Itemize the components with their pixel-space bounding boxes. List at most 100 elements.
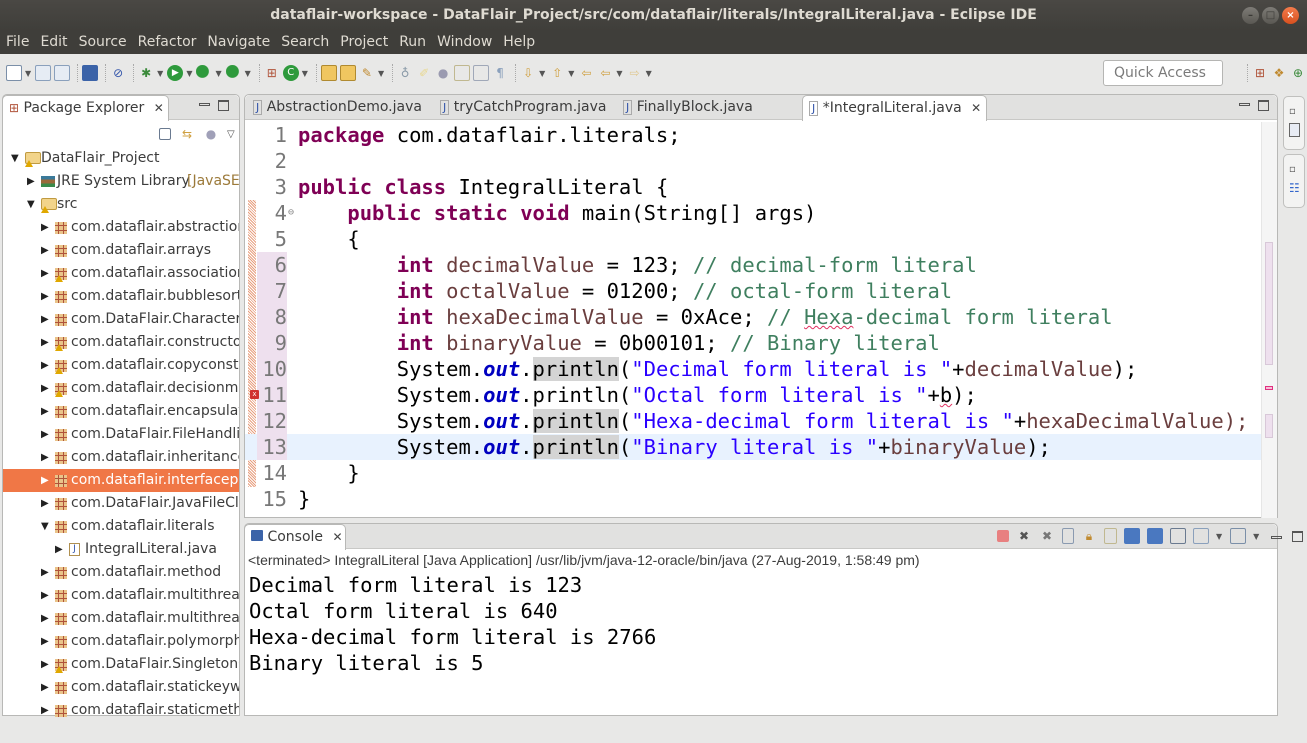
word-wrap-icon[interactable] — [1104, 528, 1117, 544]
open-perspective-icon[interactable]: ⊞ — [1252, 65, 1268, 81]
remove-launch-icon[interactable]: ✖ — [1016, 528, 1032, 544]
error-quickfix-icon[interactable]: x — [250, 390, 259, 399]
external-tools-icon[interactable] — [225, 65, 242, 81]
expand-arrow-icon[interactable]: ▶ — [41, 676, 49, 699]
tree-item[interactable]: ▼ DataFlair_Project — [3, 147, 239, 170]
tree-item[interactable]: ▶ com.dataflair.multithread — [3, 584, 239, 607]
tree-item[interactable]: ▶ com.DataFlair.JavaFileCla — [3, 492, 239, 515]
expand-arrow-icon[interactable]: ▶ — [41, 262, 49, 285]
code-area[interactable]: 1 package com.dataflair.literals; 2 3 public… — [245, 122, 1263, 512]
quick-access-input[interactable]: Quick Access — [1103, 60, 1223, 86]
tree-item[interactable]: ▶ com.dataflair.method — [3, 561, 239, 584]
maximize-view-icon[interactable] — [1292, 530, 1304, 542]
close-tab-icon[interactable]: ✕ — [332, 530, 342, 544]
collapse-arrow-icon[interactable]: ▼ — [41, 515, 49, 538]
show-whitespace-icon[interactable]: ¶ — [492, 65, 508, 81]
coverage-dropdown-icon[interactable]: ▼ — [215, 69, 221, 78]
last-edit-icon[interactable]: ⇦ — [578, 65, 594, 81]
collapse-all-icon[interactable] — [159, 128, 171, 140]
restore-icon[interactable]: ▫ — [1289, 164, 1296, 175]
tab-package-explorer[interactable]: ⊞ Package Explorer ✕ — [2, 95, 169, 121]
new-dropdown-icon[interactable]: ▼ — [25, 69, 31, 78]
tree-item[interactable]: ▶ com.dataflair.bubblesort — [3, 285, 239, 308]
run-coverage-icon[interactable] — [196, 65, 213, 81]
tree-item[interactable]: ▼ src — [3, 193, 239, 216]
outline-icon[interactable]: ☷ — [1289, 181, 1301, 195]
search-dropdown-icon[interactable]: ▼ — [378, 69, 384, 78]
java-ee-perspective-icon[interactable]: ❖ — [1271, 65, 1287, 81]
block-select-icon[interactable] — [454, 65, 471, 81]
forward-icon[interactable]: ⇨ — [627, 65, 643, 81]
expand-arrow-icon[interactable]: ▶ — [41, 469, 49, 492]
clear-console-icon[interactable] — [1062, 528, 1074, 544]
code-line[interactable]: 15} — [245, 486, 1263, 512]
menu-file[interactable]: File — [0, 31, 34, 54]
run-dropdown-icon[interactable]: ▼ — [186, 69, 192, 78]
display-console-icon[interactable] — [1193, 528, 1209, 544]
task-list-icon[interactable] — [1289, 123, 1300, 137]
save-icon[interactable] — [35, 65, 52, 81]
expand-arrow-icon[interactable]: ▶ — [41, 607, 49, 630]
new-class-dropdown-icon[interactable]: ▼ — [302, 69, 308, 78]
code-line[interactable]: 8 int hexaDecimalValue = 0xAce; // Hexa-… — [245, 304, 1263, 330]
tab-integral-literal[interactable]: J *IntegralLiteral.java ✕ — [802, 95, 987, 121]
menu-source[interactable]: Source — [73, 31, 132, 54]
minimize-view-icon[interactable] — [199, 103, 210, 106]
tree-item[interactable]: ▶ JRE System Library[JavaSE- — [3, 170, 239, 193]
expand-arrow-icon[interactable]: ▶ — [41, 377, 49, 400]
minimize-view-icon[interactable] — [1239, 103, 1250, 106]
prev-annotation-dropdown-icon[interactable]: ▼ — [568, 69, 574, 78]
forward-dropdown-icon[interactable]: ▼ — [646, 69, 652, 78]
terminate-icon[interactable] — [997, 530, 1009, 542]
code-line[interactable]: 3 public class IntegralLiteral { — [245, 174, 1263, 200]
run-icon[interactable]: ▶ — [167, 65, 184, 81]
annotation-icon[interactable]: ♁ — [397, 65, 413, 81]
open-type-icon[interactable] — [320, 65, 337, 81]
java-perspective-icon[interactable]: ⊕ — [1290, 65, 1306, 81]
scroll-lock-icon[interactable]: 🔒︎ — [1081, 528, 1097, 544]
expand-arrow-icon[interactable]: ▶ — [41, 239, 49, 262]
maximize-view-icon[interactable] — [1258, 100, 1269, 111]
tree-item[interactable]: ▶ com.dataflair.inheritance — [3, 446, 239, 469]
expand-arrow-icon[interactable]: ▶ — [41, 423, 49, 446]
expand-arrow-icon[interactable]: ▶ — [41, 331, 49, 354]
occurrence-marker[interactable] — [1265, 414, 1273, 438]
remove-all-terminated-icon[interactable]: ✖ — [1039, 528, 1055, 544]
debug-dropdown-icon[interactable]: ▼ — [157, 69, 163, 78]
expand-arrow-icon[interactable]: ▶ — [41, 216, 49, 239]
open-task-icon[interactable] — [339, 65, 356, 81]
code-line[interactable]: 5 { — [245, 226, 1263, 252]
focus-on-task-icon[interactable]: ● — [203, 126, 219, 142]
code-line[interactable]: 7 int octalValue = 01200; // octal-form … — [245, 278, 1263, 304]
show-on-stderr-icon[interactable] — [1147, 528, 1163, 544]
overview-ruler[interactable] — [1261, 122, 1277, 518]
menu-run[interactable]: Run — [393, 31, 431, 54]
menu-help[interactable]: Help — [497, 31, 540, 54]
code-line[interactable]: 4 ⊖ public static void main(String[] args… — [245, 200, 1263, 226]
new-class-icon[interactable]: C — [282, 65, 299, 81]
expand-arrow-icon[interactable]: ▶ — [41, 400, 49, 423]
next-annotation-dropdown-icon[interactable]: ▼ — [539, 69, 545, 78]
menu-edit[interactable]: Edit — [34, 31, 72, 54]
expand-arrow-icon[interactable]: ▶ — [41, 492, 49, 515]
menu-search[interactable]: Search — [275, 31, 334, 54]
restore-icon[interactable]: ▫ — [1289, 106, 1296, 117]
expand-arrow-icon[interactable]: ▶ — [41, 285, 49, 308]
menu-navigate[interactable]: Navigate — [201, 31, 275, 54]
view-menu-icon[interactable]: ▽ — [227, 129, 235, 140]
tree-item[interactable]: ▶ com.dataflair.interfacepr — [3, 469, 239, 492]
tree-item[interactable]: ▶ com.dataflair.multithread — [3, 607, 239, 630]
tree-item[interactable]: ▶ com.dataflair.decisionma — [3, 377, 239, 400]
fold-toggle-icon[interactable]: ⊖ — [288, 200, 294, 226]
word-wrap-toggle-icon[interactable] — [473, 65, 490, 81]
code-line[interactable]: 14 } — [245, 460, 1263, 486]
tree-item[interactable]: ▶ com.dataflair.staticmeth — [3, 699, 239, 722]
tree-item[interactable]: ▶ com.DataFlair.SingletonC — [3, 653, 239, 676]
tree-item[interactable]: ▶ com.DataFlair.FileHandlin — [3, 423, 239, 446]
display-console-dropdown-icon[interactable]: ▼ — [1216, 532, 1222, 541]
prev-annotation-icon[interactable]: ⇧ — [549, 65, 565, 81]
expand-arrow-icon[interactable]: ▶ — [41, 584, 49, 607]
search-icon[interactable]: ✎ — [359, 65, 375, 81]
close-window-button[interactable]: × — [1282, 7, 1299, 24]
toggle-mark-icon[interactable]: ● — [435, 65, 451, 81]
